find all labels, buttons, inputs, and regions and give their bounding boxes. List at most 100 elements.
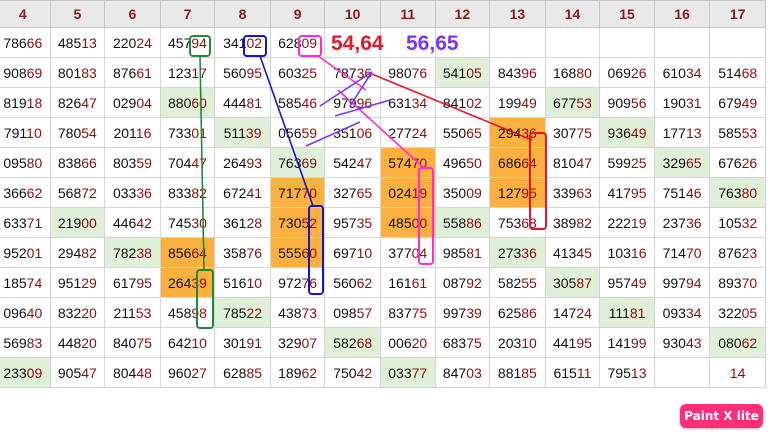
grid-cell: 90869 [0, 57, 51, 88]
column-header: 7 [159, 0, 216, 28]
grid-cell: 41795 [599, 177, 655, 208]
grid-cell: 02904 [104, 87, 161, 118]
grid-cell: 69710 [324, 237, 381, 268]
cell-number: 41345 [552, 244, 592, 261]
grid-cell: 55065 [434, 117, 491, 148]
cell-number: 17713 [662, 124, 702, 141]
cell-number: 64210 [168, 334, 207, 351]
cell-number: 14199 [607, 334, 647, 351]
paint-x-lite-badge[interactable]: Paint X lite [680, 404, 763, 428]
grid-cell: 67753 [544, 87, 601, 118]
grid-cell [709, 27, 766, 58]
cell-number: 78736 [333, 64, 373, 81]
grid-cell: 12795 [489, 177, 546, 208]
grid-cell: 57470 [379, 147, 436, 178]
cell-number: 95201 [3, 244, 43, 261]
grid-cell: 79110 [0, 117, 51, 148]
cell-number: 54247 [333, 154, 373, 171]
grid-cell: 55886 [434, 207, 491, 238]
cell-number: 93043 [662, 334, 702, 351]
column-header: 6 [104, 0, 161, 28]
cell-number: 41795 [607, 184, 647, 201]
column-header: 14 [544, 0, 601, 28]
cell-number: 62586 [497, 304, 537, 321]
cell-number: 56983 [3, 334, 43, 351]
grid-cell: 44820 [49, 327, 106, 358]
cell-number: 55886 [442, 214, 482, 231]
cell-number: 61511 [553, 364, 592, 381]
column-header: 12 [434, 0, 491, 28]
column-header: 5 [49, 0, 106, 28]
cell-number: 22024 [112, 34, 152, 51]
grid-cell: 96027 [159, 357, 216, 388]
grid-row: 23309 90547 80448 96027 62885 18962 75042 03377… [0, 357, 766, 388]
cell-number: 22219 [607, 214, 647, 231]
cell-number: 79513 [607, 364, 647, 381]
grid-cell: 62586 [489, 297, 546, 328]
cell-number: 62809 [278, 34, 318, 51]
grid-cell: 27724 [379, 117, 436, 148]
grid-cell: 03336 [104, 177, 161, 208]
grid-cell: 80359 [104, 147, 161, 178]
grid-row: 90869 80183 87661 12317 56095 60325 78736 98076… [0, 57, 766, 88]
grid-cell [489, 27, 546, 58]
grid-cell: 83382 [159, 177, 216, 208]
column-header: 10 [324, 0, 381, 28]
grid-cell: 85664 [159, 237, 216, 268]
grid-cell: 19031 [653, 87, 711, 118]
grid-cell: 78522 [214, 297, 271, 328]
grid-cell: 35009 [434, 177, 491, 208]
grid-cell: 35106 [324, 117, 381, 148]
cell-number: 88060 [168, 94, 207, 111]
red-annotation-label: 54,64 [331, 32, 384, 55]
cell-number: 88185 [497, 364, 537, 381]
grid-cell: 83775 [379, 297, 436, 328]
cell-number: 58553 [718, 124, 758, 141]
cell-number: 56095 [223, 64, 263, 81]
cell-number: 12795 [497, 184, 537, 201]
grid-cell: 44481 [214, 87, 271, 118]
cell-number: 57470 [388, 154, 428, 171]
cell-number: 30775 [552, 124, 592, 141]
cell-number: 11181 [608, 304, 646, 321]
cell-number: 44195 [552, 334, 592, 351]
cell-number: 87623 [718, 244, 758, 261]
cell-number: 35876 [223, 244, 263, 261]
grid-cell: 33963 [544, 177, 601, 208]
grid-cell: 03377 [379, 357, 436, 388]
cell-number: 76369 [278, 154, 318, 171]
cell-number: 73301 [168, 124, 207, 141]
grid-cell: 79513 [599, 357, 655, 388]
cell-number: 95749 [607, 274, 647, 291]
cell-number: 67753 [552, 94, 592, 111]
grid-cell: 34102 [214, 27, 271, 58]
cell-number: 83775 [388, 304, 428, 321]
cell-number: 27724 [388, 124, 428, 141]
grid-cell: 38982 [544, 207, 601, 238]
column-header: 15 [599, 0, 655, 28]
grid-cell: 44642 [104, 207, 161, 238]
grid-cell: 32205 [709, 297, 766, 328]
grid-cell: 93649 [599, 117, 655, 148]
grid-cell: 99739 [434, 297, 491, 328]
cell-number: 48513 [57, 34, 97, 51]
cell-number: 63134 [388, 94, 428, 111]
grid-cell: 95201 [0, 237, 51, 268]
grid-cell: 09857 [324, 297, 381, 328]
grid-cell: 61795 [104, 267, 161, 298]
cell-number: 19031 [662, 94, 702, 111]
cell-number: 84396 [497, 64, 537, 81]
grid-cell: 67626 [709, 147, 766, 178]
cell-number: 29482 [57, 244, 97, 261]
cell-number: 26439 [168, 274, 207, 291]
grid-cell: 20310 [489, 327, 546, 358]
grid-cell: 14724 [544, 297, 601, 328]
grid-cell: 32907 [269, 327, 326, 358]
grid-cell: 71470 [653, 237, 711, 268]
cell-number: 80359 [112, 154, 152, 171]
grid-cell: 21153 [104, 297, 161, 328]
grid-cell: 73052 [269, 207, 326, 238]
cell-number: 58546 [278, 94, 318, 111]
cell-number: 76380 [718, 184, 758, 201]
cell-number: 97276 [278, 274, 318, 291]
